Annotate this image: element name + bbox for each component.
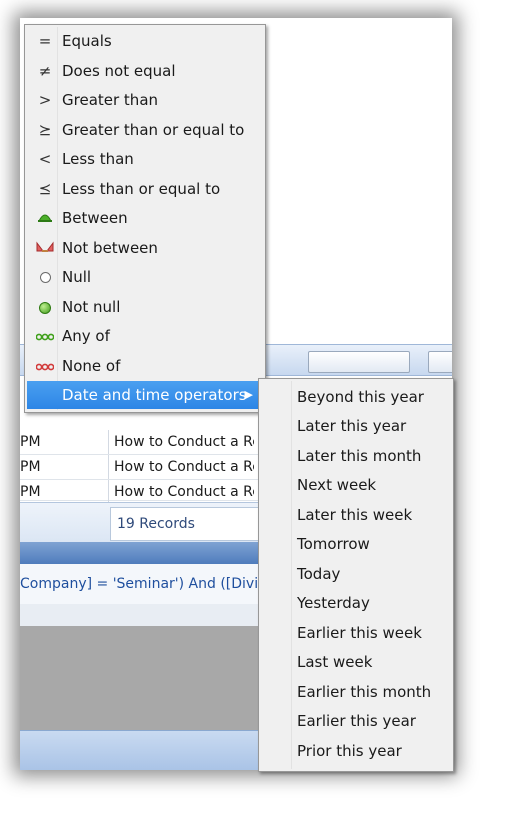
submenu-item-earlier-this-month[interactable]: Earlier this month <box>261 678 451 706</box>
menu-item-label: Earlier this year <box>297 712 416 730</box>
menu-item-label: Less than or equal to <box>62 180 221 198</box>
menu-item-null[interactable]: Null <box>27 263 263 291</box>
menu-item-none-of[interactable]: None of <box>27 352 263 380</box>
menu-item-label: Last week <box>297 653 373 671</box>
not-null-icon <box>36 293 54 321</box>
toolbar-button[interactable] <box>428 351 452 373</box>
date-time-submenu: Beyond this year Later this year Later t… <box>258 378 454 772</box>
menu-item-label: Null <box>62 268 92 286</box>
menu-item-label: Later this year <box>297 417 407 435</box>
menu-item-label: Next week <box>297 476 377 494</box>
any-of-icon <box>36 322 54 350</box>
less-than-icon: < <box>38 150 52 168</box>
menu-item-less-than[interactable]: < Less than <box>27 145 263 173</box>
menu-item-equals[interactable]: = Equals <box>27 27 263 55</box>
greater-or-equal-icon: ⪰ <box>38 121 52 139</box>
subject-cell: How to Conduct a Re <box>114 484 254 500</box>
menu-item-label: Greater than <box>62 91 159 109</box>
submenu-item-next-week[interactable]: Next week <box>261 471 451 499</box>
menu-item-date-time-operators[interactable]: Date and time operators ▶ <box>27 381 263 409</box>
time-cell: PM <box>20 455 109 479</box>
menu-item-label: Tomorrow <box>297 535 370 553</box>
greater-than-icon: > <box>38 91 52 109</box>
not-equal-icon: ≠ <box>38 62 52 80</box>
menu-item-label: Between <box>62 209 128 227</box>
toolbar-button[interactable] <box>308 351 410 373</box>
submenu-item-beyond-this-year[interactable]: Beyond this year <box>261 383 451 411</box>
menu-item-label: Later this week <box>297 506 413 524</box>
menu-item-label: None of <box>62 357 121 375</box>
less-or-equal-icon: ⪯ <box>38 180 52 198</box>
menu-item-label: Equals <box>62 32 112 50</box>
submenu-item-today[interactable]: Today <box>261 560 451 588</box>
menu-item-label: Beyond this year <box>297 388 424 406</box>
operator-menu: = Equals ≠ Does not equal > Greater than… <box>24 24 266 413</box>
submenu-item-prior-this-year[interactable]: Prior this year <box>261 737 451 765</box>
submenu-item-later-this-month[interactable]: Later this month <box>261 442 451 470</box>
submenu-item-earlier-this-year[interactable]: Earlier this year <box>261 707 451 735</box>
menu-item-does-not-equal[interactable]: ≠ Does not equal <box>27 57 263 85</box>
menu-item-label: Not null <box>62 298 121 316</box>
time-cell: PM <box>20 430 109 454</box>
menu-item-label: Does not equal <box>62 62 176 80</box>
submenu-item-later-this-week[interactable]: Later this week <box>261 501 451 529</box>
menu-item-greater-or-equal[interactable]: ⪰ Greater than or equal to <box>27 116 263 144</box>
menu-item-label: Not between <box>62 239 158 257</box>
submenu-item-earlier-this-week[interactable]: Earlier this week <box>261 619 451 647</box>
submenu-arrow-icon: ▶ <box>244 388 253 401</box>
menu-item-label: Prior this year <box>297 742 402 760</box>
menu-item-greater-than[interactable]: > Greater than <box>27 86 263 114</box>
menu-item-label: Greater than or equal to <box>62 121 245 139</box>
menu-item-any-of[interactable]: Any of <box>27 322 263 350</box>
menu-item-label: Less than <box>62 150 134 168</box>
submenu-item-last-week[interactable]: Last week <box>261 648 451 676</box>
menu-item-label: Later this month <box>297 447 422 465</box>
menu-item-not-between[interactable]: Not between <box>27 234 263 262</box>
menu-item-label: Any of <box>62 327 110 345</box>
equals-icon: = <box>38 32 52 50</box>
none-of-icon <box>36 352 54 380</box>
not-between-icon <box>36 234 54 262</box>
menu-item-less-or-equal[interactable]: ⪯ Less than or equal to <box>27 175 263 203</box>
between-icon <box>36 204 54 232</box>
subject-cell: How to Conduct a Re <box>114 459 254 475</box>
menu-item-between[interactable]: Between <box>27 204 263 232</box>
menu-item-label: Earlier this week <box>297 624 422 642</box>
menu-item-not-null[interactable]: Not null <box>27 293 263 321</box>
menu-item-label: Today <box>297 565 341 583</box>
time-cell: PM <box>20 480 109 504</box>
subject-cell: How to Conduct a Re <box>114 434 254 450</box>
records-count: 19 Records <box>110 507 268 541</box>
null-icon <box>36 263 54 291</box>
submenu-item-later-this-year[interactable]: Later this year <box>261 412 451 440</box>
submenu-item-tomorrow[interactable]: Tomorrow <box>261 530 451 558</box>
menu-item-label: Date and time operators <box>62 386 247 404</box>
menu-item-label: Earlier this month <box>297 683 432 701</box>
submenu-item-yesterday[interactable]: Yesterday <box>261 589 451 617</box>
menu-item-label: Yesterday <box>297 594 370 612</box>
